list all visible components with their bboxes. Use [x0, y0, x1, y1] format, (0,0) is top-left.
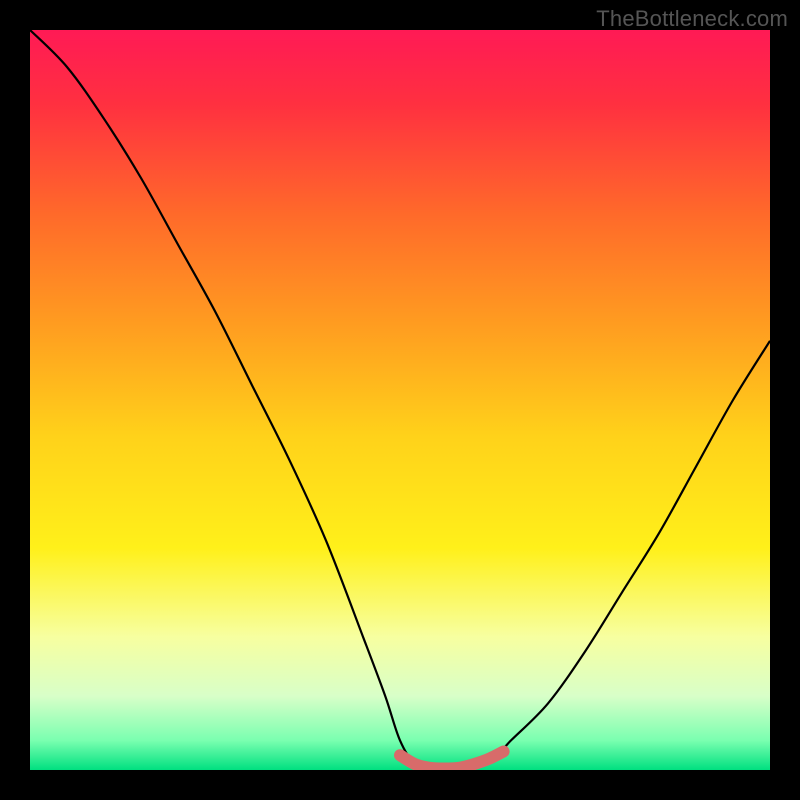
optimal-range-highlight: [400, 752, 504, 769]
plot-area: [30, 30, 770, 770]
watermark-text: TheBottleneck.com: [596, 6, 788, 32]
highlight-layer: [30, 30, 770, 770]
